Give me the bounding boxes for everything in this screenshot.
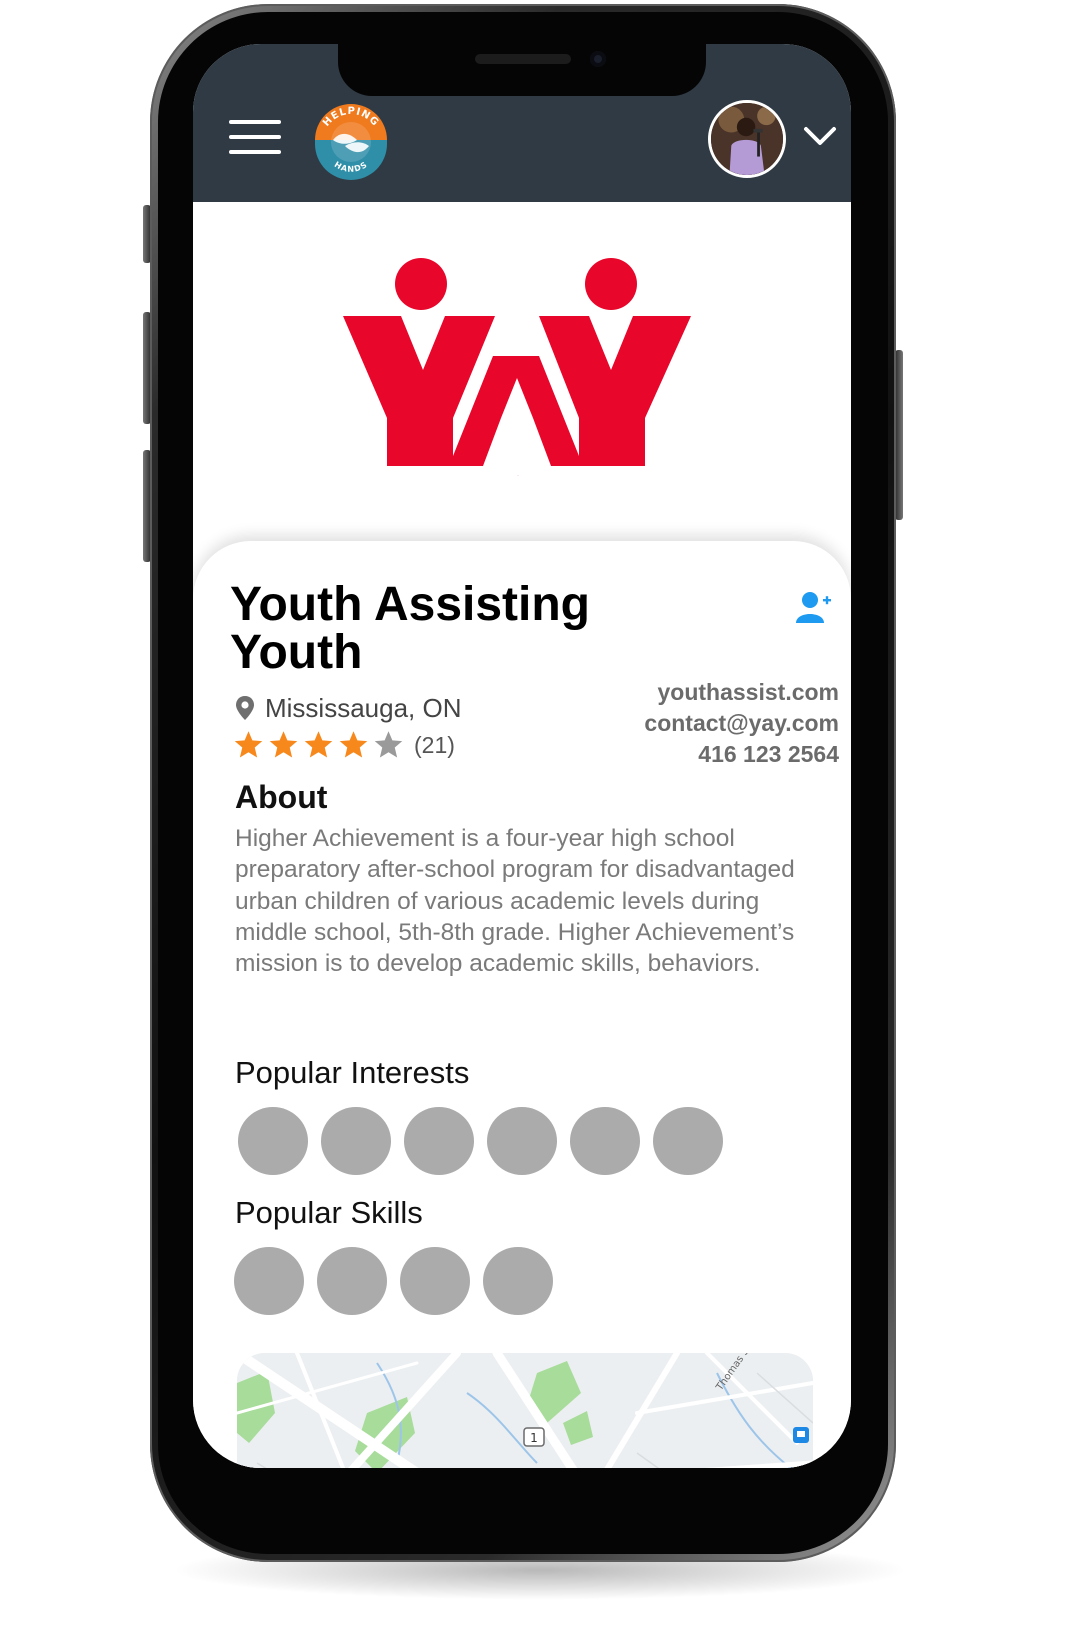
interest-bubble[interactable] xyxy=(321,1107,391,1175)
interest-bubble[interactable] xyxy=(653,1107,723,1175)
transit-station-icon xyxy=(793,1427,809,1443)
phone-screen: HELPING HANDS YAY Youth Assisting Youth … xyxy=(193,44,851,1468)
logo-text: YAY xyxy=(517,474,519,477)
star-rating xyxy=(233,730,408,760)
organization-card: Youth Assisting Youth Mississauga, ON (2… xyxy=(193,541,851,1468)
star-filled-icon xyxy=(304,731,333,758)
map-tiles: 1 Thomas St xyxy=(237,1353,813,1468)
menu-bar xyxy=(229,150,281,154)
location-map[interactable]: 1 Thomas St xyxy=(237,1353,813,1468)
front-camera xyxy=(590,51,606,67)
website-link[interactable]: youthassist.com xyxy=(658,679,840,705)
interest-bubble[interactable] xyxy=(238,1107,308,1175)
interests-list xyxy=(238,1107,736,1175)
star-filled-icon xyxy=(234,731,263,758)
location-pin-icon xyxy=(236,696,254,720)
skills-list xyxy=(234,1247,566,1315)
email-link[interactable]: contact@yay.com xyxy=(644,710,839,736)
route-shield-label: 1 xyxy=(530,1431,538,1445)
about-text: Higher Achievement is a four-year high s… xyxy=(235,825,795,978)
helping-hands-logo[interactable]: HELPING HANDS xyxy=(311,100,391,180)
phone-notch xyxy=(338,44,706,96)
menu-bar xyxy=(229,135,281,139)
star-filled-icon xyxy=(339,731,368,758)
skill-bubble[interactable] xyxy=(483,1247,553,1315)
speaker-grille xyxy=(475,54,571,64)
star-filled-icon xyxy=(269,731,298,758)
star-empty-icon xyxy=(374,731,403,758)
location-text: Mississauga, ON xyxy=(265,692,462,723)
chevron-down-icon[interactable] xyxy=(803,124,837,148)
organization-name: Youth Assisting Youth xyxy=(230,578,590,679)
user-avatar[interactable] xyxy=(708,100,786,178)
popular-interests-title: Popular Interests xyxy=(235,1055,470,1090)
about-title: About xyxy=(235,779,328,815)
phone-link[interactable]: 416 123 2564 xyxy=(698,741,839,767)
skill-bubble[interactable] xyxy=(317,1247,387,1315)
menu-bar xyxy=(229,120,281,124)
skill-bubble[interactable] xyxy=(234,1247,304,1315)
interest-bubble[interactable] xyxy=(404,1107,474,1175)
rating-row[interactable]: (21) xyxy=(233,729,455,761)
power-button xyxy=(895,350,903,520)
interest-bubble[interactable] xyxy=(570,1107,640,1175)
user-photo xyxy=(711,103,783,175)
add-user-icon[interactable] xyxy=(795,591,831,623)
hamburger-menu-icon[interactable] xyxy=(229,120,281,154)
device-stage: HELPING HANDS YAY Youth Assisting Youth … xyxy=(0,0,1076,1628)
organization-logo: YAY xyxy=(343,258,691,477)
interest-bubble[interactable] xyxy=(487,1107,557,1175)
skill-bubble[interactable] xyxy=(400,1247,470,1315)
popular-skills-title: Popular Skills xyxy=(235,1195,423,1230)
contact-info: youthassist.com contact@yay.com 416 123 … xyxy=(644,677,839,770)
review-count: (21) xyxy=(414,731,455,758)
route-shield-icon: 1 xyxy=(523,1427,545,1447)
location-row: Mississauga, ON xyxy=(235,693,462,723)
